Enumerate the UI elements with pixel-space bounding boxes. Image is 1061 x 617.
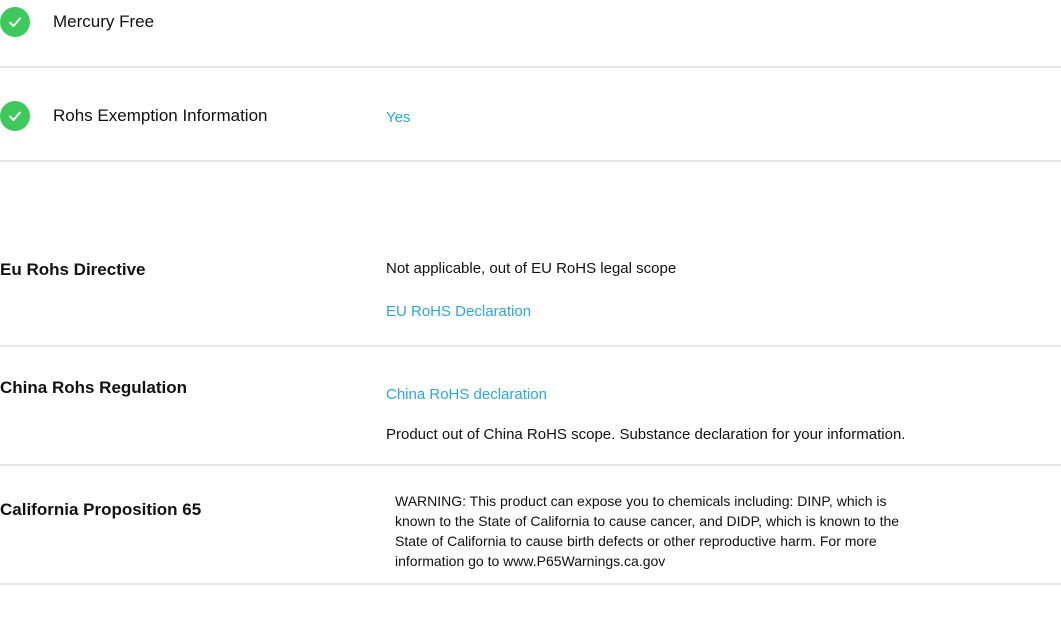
divider (0, 345, 1061, 347)
eu-rohs-heading: Eu Rohs Directive (0, 260, 146, 279)
divider (0, 464, 1061, 466)
divider (0, 66, 1061, 68)
china-rohs-declaration-link[interactable]: China RoHS declaration (386, 386, 547, 403)
divider (0, 583, 1061, 585)
checkmark-glyph (9, 17, 21, 27)
rohs-exemption-yes-link[interactable]: Yes (386, 109, 410, 126)
divider (0, 160, 1061, 162)
california-prop65-warning: WARNING: This product can expose you to … (395, 491, 1061, 571)
check-circle-icon (0, 7, 30, 37)
china-rohs-note: Product out of China RoHS scope. Substan… (386, 426, 906, 443)
warning-line: information go to www.P65Warnings.ca.gov (395, 553, 666, 569)
eu-rohs-status: Not applicable, out of EU RoHS legal sco… (386, 260, 677, 277)
attribute-label-rohs-exemption: Rohs Exemption Information (53, 106, 268, 125)
warning-line: State of California to cause birth defec… (395, 533, 877, 549)
attribute-label-mercury-free: Mercury Free (53, 12, 155, 31)
china-rohs-heading: China Rohs Regulation (0, 378, 187, 397)
warning-line: known to the State of California to caus… (395, 513, 900, 529)
eu-rohs-declaration-link[interactable]: EU RoHS Declaration (386, 303, 531, 320)
check-circle-icon (0, 101, 30, 131)
checkmark-glyph (9, 111, 21, 121)
california-prop65-heading: California Proposition 65 (0, 500, 202, 519)
warning-line: WARNING: This product can expose you to … (395, 493, 887, 509)
